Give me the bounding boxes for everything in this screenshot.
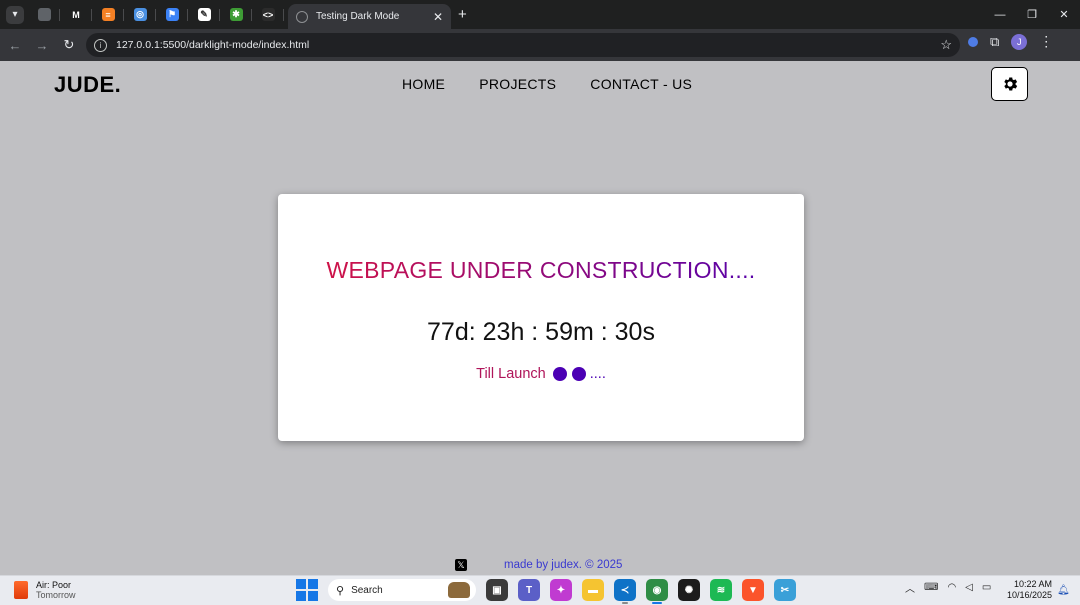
site-info-icon[interactable]: i bbox=[94, 38, 107, 52]
volume-icon[interactable]: ◁ bbox=[965, 582, 973, 593]
copilot-icon[interactable]: ✦ bbox=[550, 579, 572, 601]
till-launch-ellipsis: .... bbox=[589, 366, 606, 382]
globe-icon bbox=[37, 8, 51, 21]
chrome-icon[interactable]: ◉ bbox=[646, 579, 668, 604]
pinned-tab[interactable] bbox=[28, 0, 60, 29]
pinned-tab[interactable]: ≡ bbox=[92, 0, 124, 29]
bookmark-star-icon[interactable]: ☆ bbox=[940, 37, 952, 53]
taskbar-apps: ⚲ Search ▣ T ✦ ▬ ≺ ◉ ✺ ≋ ▼ ✂ bbox=[296, 579, 796, 604]
vscode-icon[interactable]: ≺ bbox=[614, 579, 636, 604]
spiral-icon: ◎ bbox=[133, 8, 147, 21]
teams-icon[interactable]: T bbox=[518, 579, 540, 601]
battery-icon[interactable]: ▭ bbox=[982, 582, 991, 593]
profile-avatar[interactable]: J bbox=[1011, 33, 1028, 50]
globe-icon bbox=[296, 10, 308, 23]
system-tray: ︿ ⌨ ◠ ◁ ▭ bbox=[905, 580, 991, 595]
forward-arrow-icon[interactable]: → bbox=[30, 33, 54, 57]
stackoverflow-icon: ≡ bbox=[101, 8, 115, 21]
weather-subtitle: Tomorrow bbox=[36, 590, 76, 600]
web-page: JUDE. HOME PROJECTS CONTACT - US WEBPAGE… bbox=[0, 61, 1080, 575]
file-explorer-dark-icon[interactable]: ▣ bbox=[486, 579, 508, 601]
pinned-tab[interactable]: ◎ bbox=[124, 0, 156, 29]
nav-contact-us[interactable]: CONTACT - US bbox=[590, 76, 692, 92]
construction-card: WEBPAGE UNDER CONSTRUCTION.... 77d: 23h … bbox=[278, 194, 804, 441]
flag-icon: ⚑ bbox=[165, 8, 179, 21]
spotify-icon[interactable]: ≋ bbox=[710, 579, 732, 601]
browser-toolbar: ← → ↻ i 127.0.0.1:5500/darklight-mode/in… bbox=[0, 29, 1080, 61]
search-icon: ⚲ bbox=[336, 584, 345, 597]
taskbar-search[interactable]: ⚲ Search bbox=[328, 579, 476, 601]
clock-date: 10/16/2025 bbox=[1006, 590, 1052, 600]
brave-icon[interactable]: ▼ bbox=[742, 579, 764, 601]
new-tab-button[interactable]: + bbox=[458, 6, 467, 23]
pinned-tab[interactable]: M bbox=[60, 0, 92, 29]
till-launch-row: Till Launch .... bbox=[278, 366, 804, 382]
construction-headline: WEBPAGE UNDER CONSTRUCTION.... bbox=[278, 257, 804, 284]
loading-dot bbox=[571, 367, 586, 381]
nav-home[interactable]: HOME bbox=[402, 76, 445, 92]
air-quality-icon bbox=[14, 581, 28, 599]
code-icon: <> bbox=[261, 8, 275, 21]
snipping-tool-icon[interactable]: ✂ bbox=[774, 579, 796, 601]
medium-icon: M bbox=[69, 8, 83, 21]
site-nav: HOME PROJECTS CONTACT - US bbox=[402, 76, 692, 92]
pinned-tab[interactable]: ✱ bbox=[220, 0, 252, 29]
site-logo[interactable]: JUDE. bbox=[54, 72, 121, 98]
pinned-tab[interactable]: <> bbox=[252, 0, 284, 29]
search-highlight-image bbox=[448, 582, 470, 598]
minimize-icon[interactable]: — bbox=[984, 0, 1016, 29]
weather-widget[interactable]: Air: Poor Tomorrow bbox=[14, 580, 76, 600]
menu-kebab-icon[interactable]: ⋮ bbox=[1039, 33, 1053, 50]
back-arrow-icon[interactable]: ← bbox=[3, 33, 27, 57]
browser-tabstrip: ▾ M ≡ ◎ ⚑ ✎ ✱ <> Testing Dark Mode ✕ + — ❐ ✕ bbox=[0, 0, 1080, 29]
close-tab-icon[interactable]: ✕ bbox=[433, 10, 443, 24]
windows-taskbar: Air: Poor Tomorrow ⚲ Search ▣ T ✦ ▬ ≺ ◉ ✺ ≋ ▼ ✂ ︿… bbox=[0, 575, 1080, 605]
tray-overflow-icon[interactable]: ︿ bbox=[905, 580, 915, 595]
keyboard-icon[interactable]: ⌨ bbox=[924, 582, 938, 593]
gear-icon bbox=[1003, 77, 1017, 91]
multicolor-icon: ✱ bbox=[229, 8, 243, 21]
nav-projects[interactable]: PROJECTS bbox=[479, 76, 556, 92]
active-tab[interactable]: Testing Dark Mode ✕ bbox=[288, 4, 451, 29]
notification-bell-icon[interactable]: 🔔︎ bbox=[1057, 585, 1070, 596]
pinned-tab[interactable]: ✎ bbox=[188, 0, 220, 29]
theme-toggle-button[interactable] bbox=[991, 67, 1028, 101]
countdown-timer: 77d: 23h : 59m : 30s bbox=[427, 318, 655, 346]
pinned-tabs: M ≡ ◎ ⚑ ✎ ✱ <> bbox=[28, 0, 284, 29]
extension-icon[interactable] bbox=[968, 36, 978, 47]
till-launch-label: Till Launch bbox=[476, 366, 546, 382]
url-text[interactable]: 127.0.0.1:5500/darklight-mode/index.html bbox=[116, 39, 940, 51]
x-twitter-icon[interactable]: 𝕏 bbox=[455, 559, 467, 571]
footer-credit: made by judex. © 2025 bbox=[504, 559, 623, 571]
pinned-tab[interactable]: ⚑ bbox=[156, 0, 188, 29]
site-footer: 𝕏 made by judex. © 2025 bbox=[0, 559, 1080, 575]
folder-icon[interactable]: ▬ bbox=[582, 579, 604, 601]
clock-time: 10:22 AM bbox=[1013, 579, 1052, 589]
address-bar[interactable]: i 127.0.0.1:5500/darklight-mode/index.ht… bbox=[86, 33, 960, 57]
chatgpt-icon[interactable]: ✺ bbox=[678, 579, 700, 601]
window-controls: — ❐ ✕ bbox=[984, 0, 1080, 29]
tab-search-icon[interactable]: ▾ bbox=[6, 5, 24, 24]
loading-dot bbox=[552, 367, 567, 381]
wifi-icon[interactable]: ◠ bbox=[947, 582, 956, 593]
windows-start-icon[interactable] bbox=[296, 579, 318, 601]
taskbar-clock[interactable]: 10:22 AM 10/16/2025 bbox=[1004, 579, 1052, 601]
active-tab-title: Testing Dark Mode bbox=[316, 11, 400, 22]
weather-title: Air: Poor bbox=[36, 580, 72, 590]
figma-icon: ✎ bbox=[197, 8, 211, 21]
extensions-puzzle-icon[interactable]: ⧉ bbox=[990, 34, 999, 50]
reload-icon[interactable]: ↻ bbox=[57, 33, 81, 57]
search-label: Search bbox=[351, 584, 383, 596]
close-window-icon[interactable]: ✕ bbox=[1048, 0, 1080, 29]
toolbar-right: ⧉ J ⋮ bbox=[968, 33, 1053, 50]
restore-icon[interactable]: ❐ bbox=[1016, 0, 1048, 29]
